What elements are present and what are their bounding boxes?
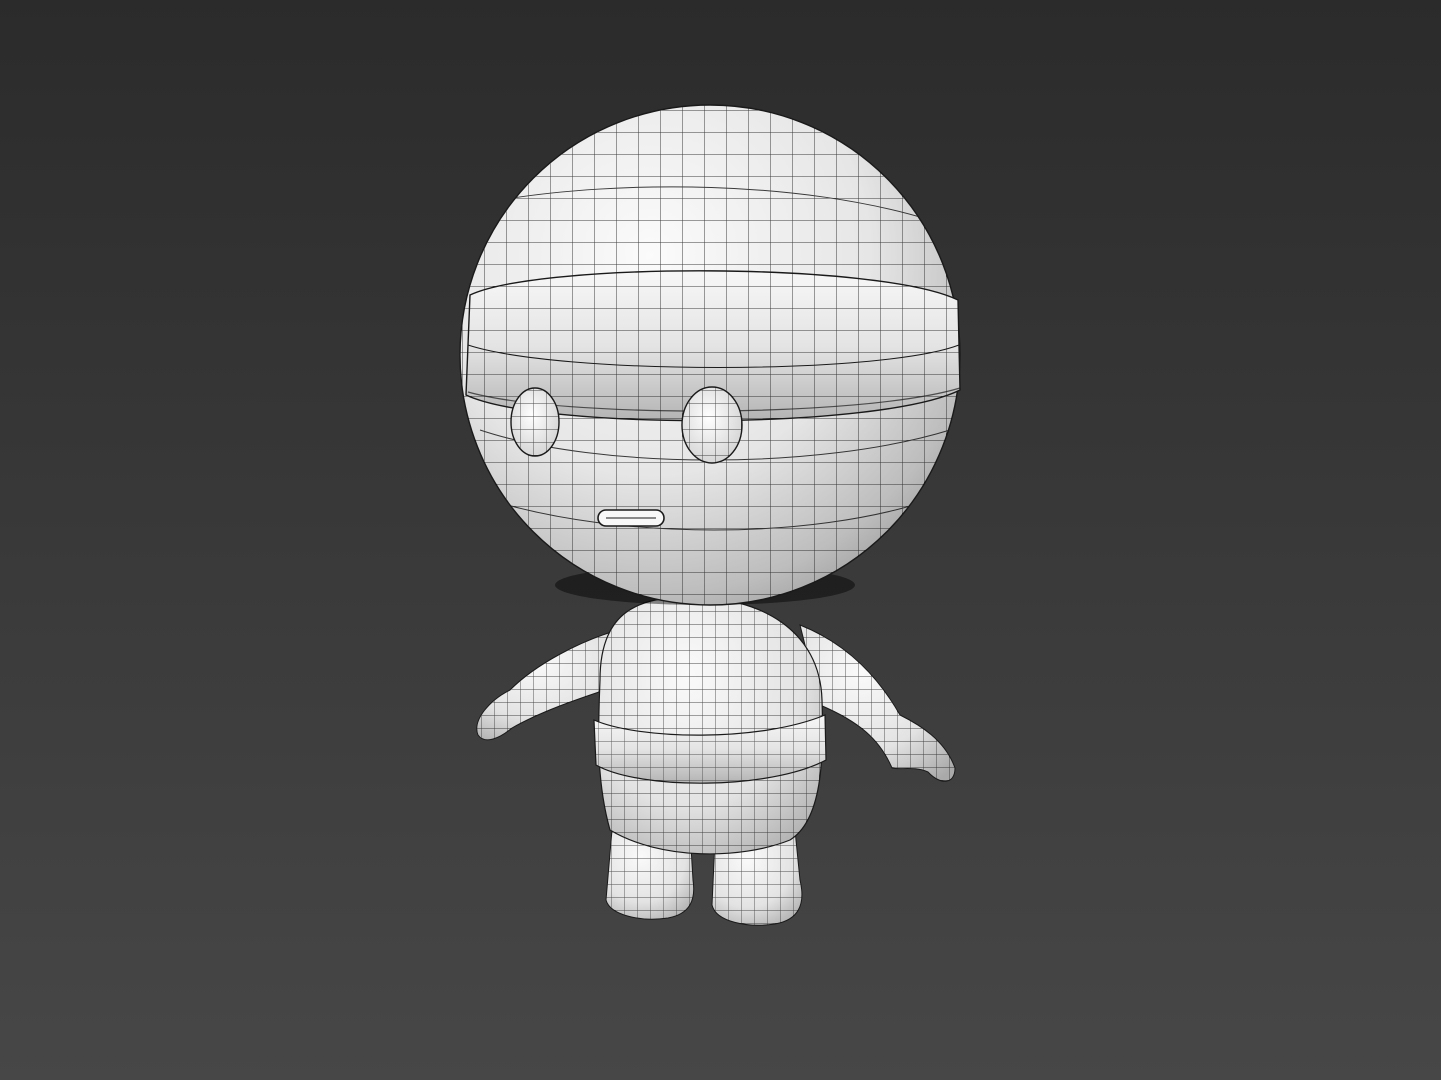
right-eye[interactable] <box>681 386 743 464</box>
left-eye[interactable] <box>510 387 560 457</box>
viewport-canvas[interactable] <box>0 0 1441 1080</box>
mouth[interactable] <box>597 509 665 527</box>
3d-viewport[interactable] <box>0 0 1441 1080</box>
